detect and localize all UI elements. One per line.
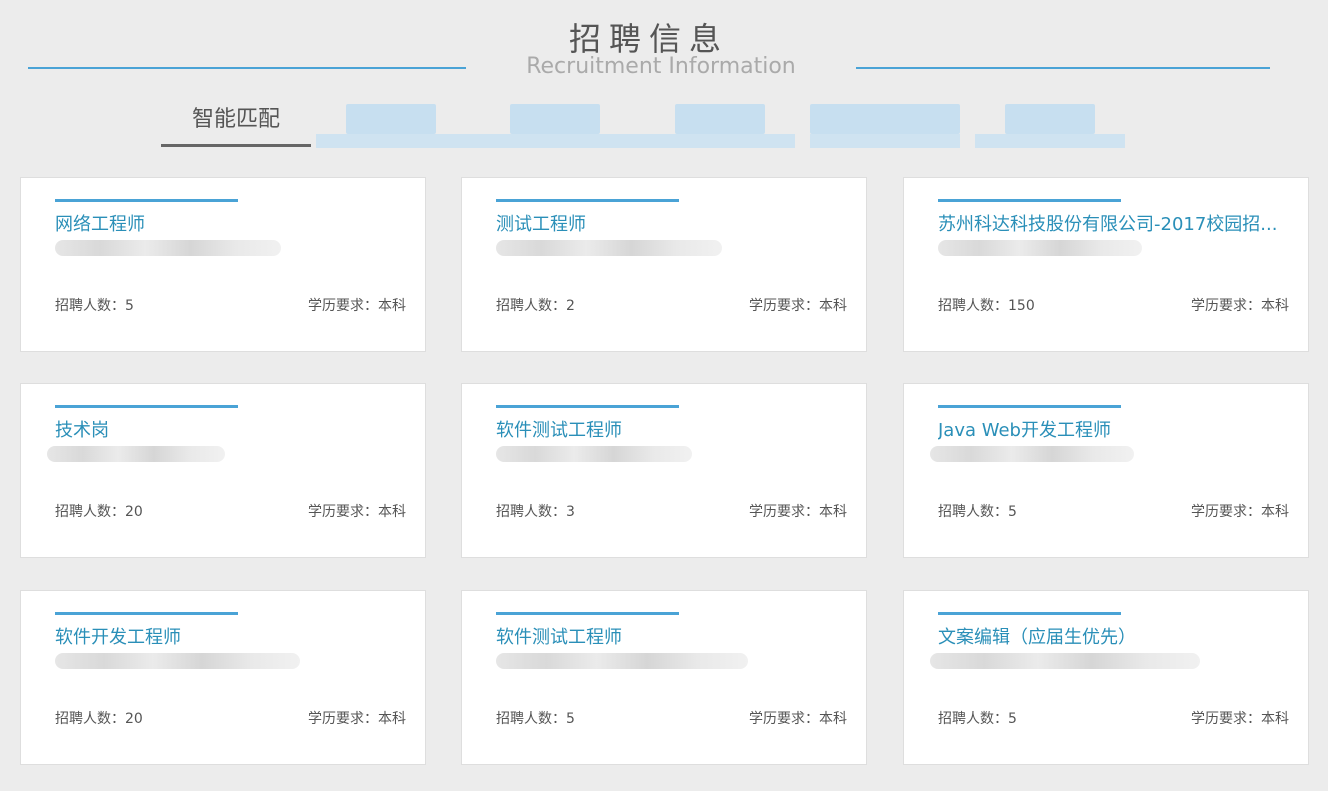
job-card[interactable]: 技术岗 招聘人数：20 学历要求：本科: [20, 383, 426, 558]
education-requirement: 学历要求：本科: [308, 298, 406, 314]
job-card[interactable]: 网络工程师 招聘人数：5 学历要求：本科: [20, 177, 426, 352]
job-title[interactable]: 网络工程师: [55, 210, 395, 236]
headcount: 招聘人数：2: [496, 298, 575, 314]
job-title[interactable]: 软件测试工程师: [496, 416, 836, 442]
tab-redacted-3[interactable]: [630, 100, 795, 148]
education-requirement: 学历要求：本科: [1191, 711, 1289, 727]
company-name-redacted: [930, 653, 1200, 669]
header-divider-right: [856, 67, 1270, 69]
section-header: 招聘信息 Recruitment Information: [0, 0, 1328, 90]
tab-redacted-2[interactable]: [465, 100, 630, 148]
job-title[interactable]: Java Web开发工程师: [938, 416, 1278, 442]
job-card[interactable]: 软件开发工程师 招聘人数：20 学历要求：本科: [20, 590, 426, 765]
tab-smart-match[interactable]: 智能匹配: [161, 100, 311, 147]
company-name-redacted: [496, 240, 722, 256]
tab-redacted-4[interactable]: [810, 100, 960, 148]
education-requirement: 学历要求：本科: [749, 298, 847, 314]
card-accent-line: [496, 405, 679, 408]
job-card[interactable]: 测试工程师 招聘人数：2 学历要求：本科: [461, 177, 867, 352]
education-requirement: 学历要求：本科: [308, 711, 406, 727]
headcount: 招聘人数：5: [496, 711, 575, 727]
headcount: 招聘人数：3: [496, 504, 575, 520]
company-name-redacted: [496, 653, 748, 669]
card-accent-line: [496, 612, 679, 615]
card-accent-line: [938, 199, 1121, 202]
job-title[interactable]: 苏州科达科技股份有限公司-2017校园招...: [938, 210, 1278, 236]
job-card[interactable]: 文案编辑（应届生优先） 招聘人数：5 学历要求：本科: [903, 590, 1309, 765]
job-card[interactable]: 软件测试工程师 招聘人数：3 学历要求：本科: [461, 383, 867, 558]
job-title[interactable]: 测试工程师: [496, 210, 836, 236]
education-requirement: 学历要求：本科: [749, 711, 847, 727]
headcount: 招聘人数：20: [55, 711, 143, 727]
category-tabs: 智能匹配: [0, 100, 1328, 152]
education-requirement: 学历要求：本科: [1191, 504, 1289, 520]
company-name-redacted: [55, 653, 300, 669]
job-card[interactable]: 软件测试工程师 招聘人数：5 学历要求：本科: [461, 590, 867, 765]
education-requirement: 学历要求：本科: [749, 504, 847, 520]
job-title[interactable]: 文案编辑（应届生优先）: [938, 623, 1278, 649]
company-name-redacted: [496, 446, 692, 462]
headcount: 招聘人数：5: [938, 711, 1017, 727]
company-name-redacted: [47, 446, 225, 462]
card-accent-line: [55, 612, 238, 615]
company-name-redacted: [930, 446, 1134, 462]
company-name-redacted: [938, 240, 1142, 256]
education-requirement: 学历要求：本科: [1191, 298, 1289, 314]
card-accent-line: [55, 405, 238, 408]
card-accent-line: [55, 199, 238, 202]
headcount: 招聘人数：150: [938, 298, 1035, 314]
card-accent-line: [938, 612, 1121, 615]
headcount: 招聘人数：5: [938, 504, 1017, 520]
tab-redacted-5[interactable]: [975, 100, 1125, 148]
headcount: 招聘人数：20: [55, 504, 143, 520]
tab-redacted-1[interactable]: [316, 100, 465, 148]
headcount: 招聘人数：5: [55, 298, 134, 314]
company-name-redacted: [55, 240, 281, 256]
card-accent-line: [496, 199, 679, 202]
job-title[interactable]: 技术岗: [55, 416, 395, 442]
job-title[interactable]: 软件测试工程师: [496, 623, 836, 649]
education-requirement: 学历要求：本科: [308, 504, 406, 520]
job-card[interactable]: 苏州科达科技股份有限公司-2017校园招... 招聘人数：150 学历要求：本科: [903, 177, 1309, 352]
card-accent-line: [938, 405, 1121, 408]
job-card[interactable]: Java Web开发工程师 招聘人数：5 学历要求：本科: [903, 383, 1309, 558]
job-title[interactable]: 软件开发工程师: [55, 623, 395, 649]
